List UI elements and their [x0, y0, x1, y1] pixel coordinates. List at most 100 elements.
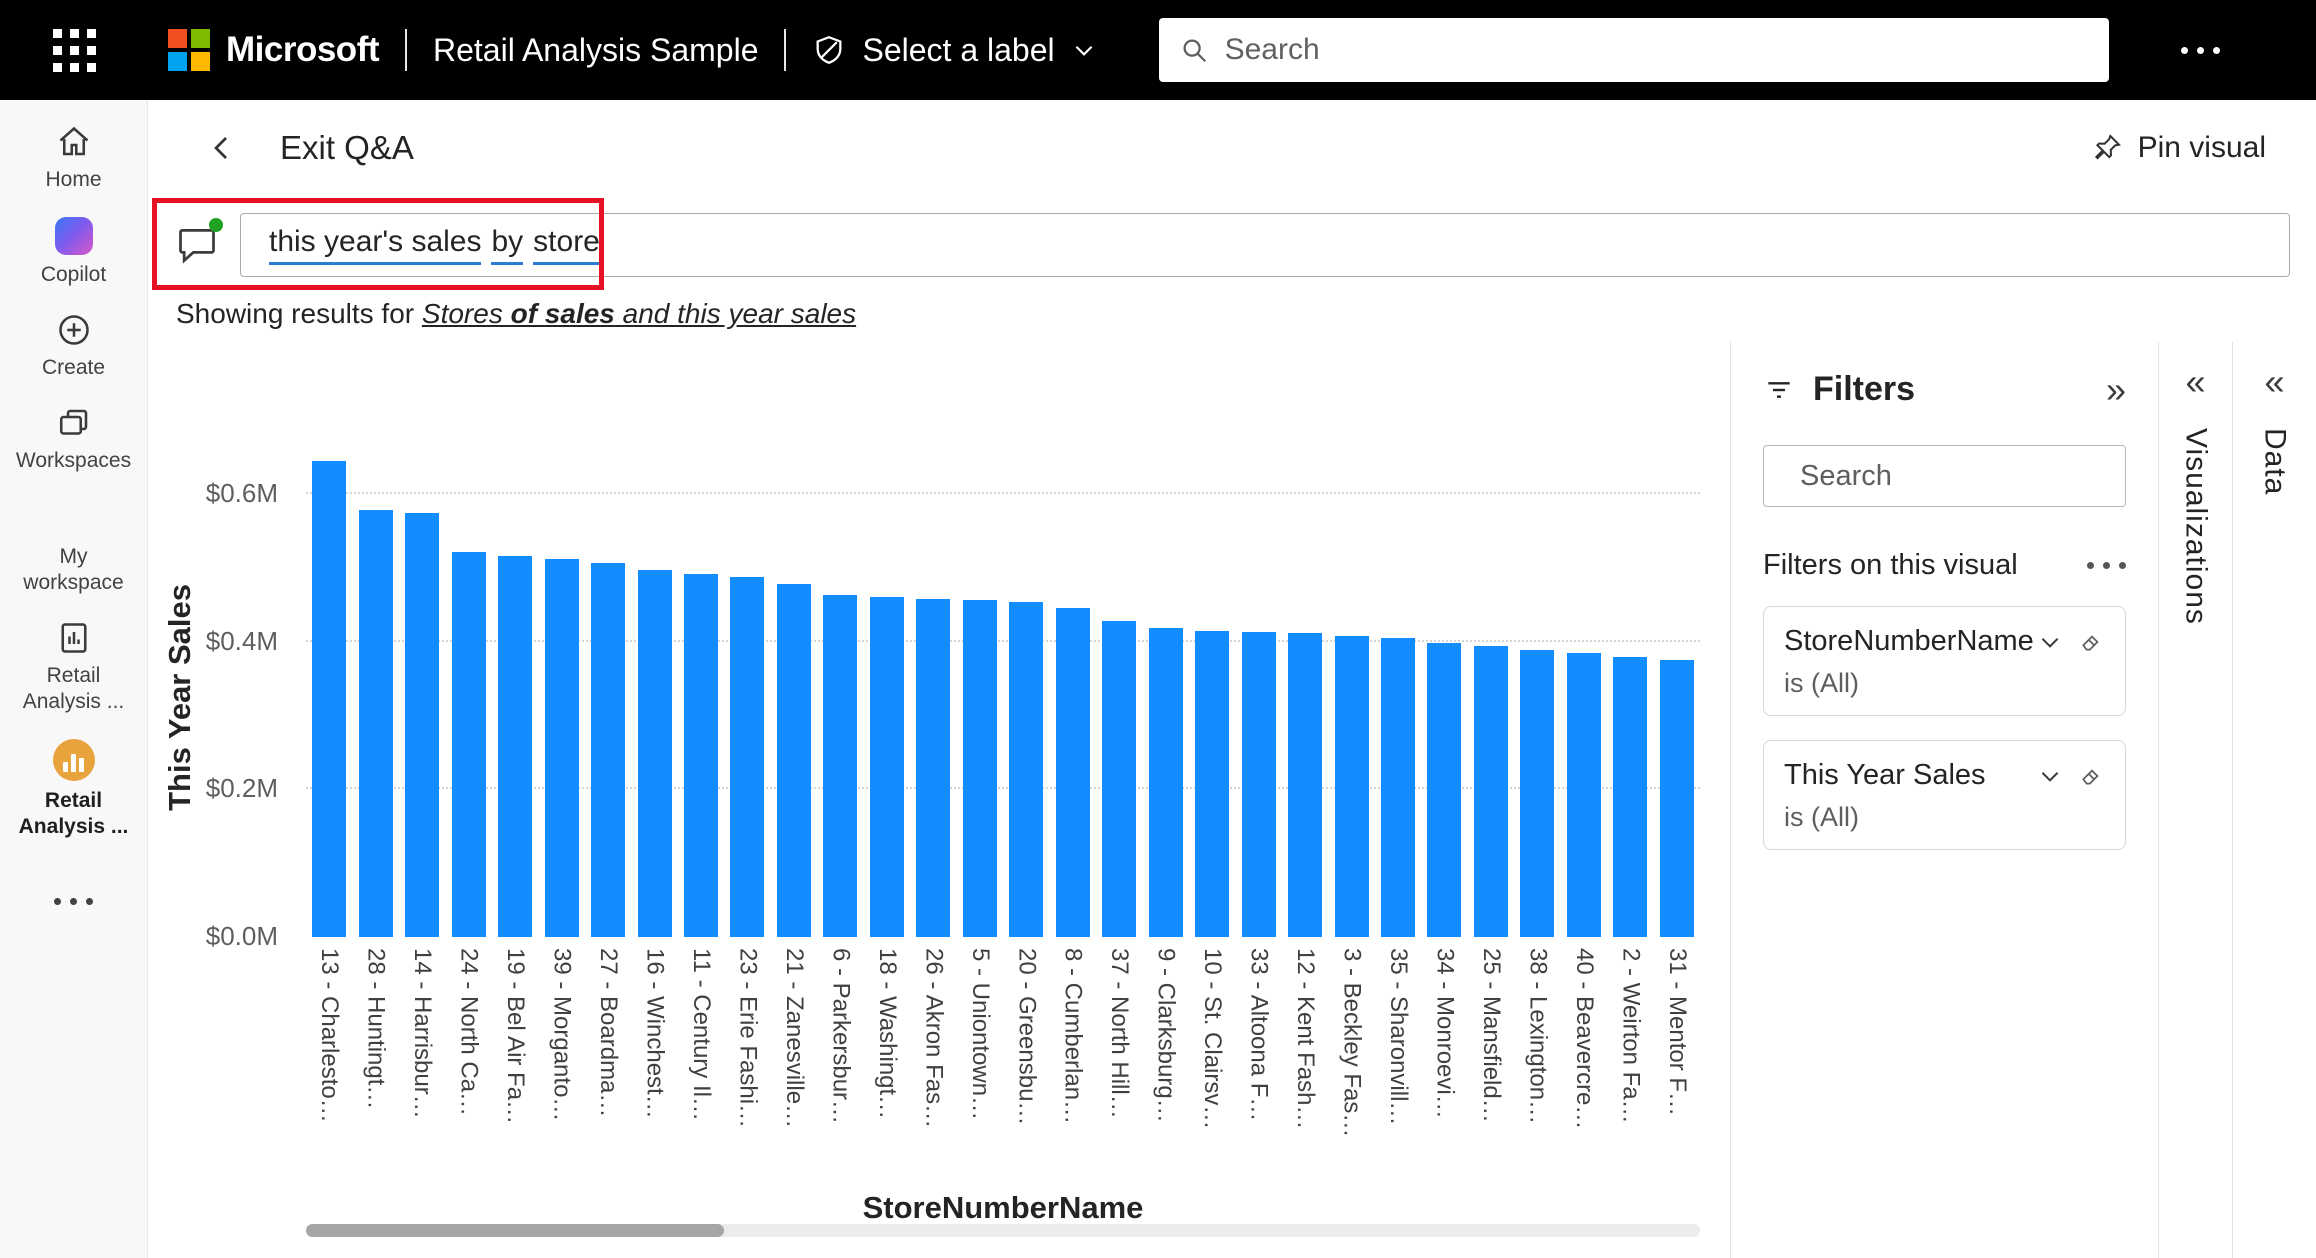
bar[interactable]	[870, 597, 904, 937]
bar[interactable]	[452, 552, 486, 937]
bar-slot	[1654, 457, 1700, 937]
bar[interactable]	[638, 570, 672, 937]
filter-card-storenumbername[interactable]: StoreNumberName is (All)	[1763, 606, 2126, 716]
qna-question-input[interactable]: this year's sales by store	[240, 213, 2290, 277]
x-axis-label: 23 - Erie Fashi…	[733, 948, 761, 1128]
restatement-part: Stores	[422, 298, 511, 329]
expand-data-icon[interactable]: «	[2264, 364, 2284, 400]
chevron-down-icon[interactable]	[2037, 763, 2063, 789]
filters-section-title: Filters on this visual	[1763, 549, 2018, 582]
x-axis-label: 21 - Zanesville…	[780, 948, 808, 1128]
bar[interactable]	[1056, 608, 1090, 937]
bar[interactable]	[545, 559, 579, 937]
sidebar-item-my-workspace[interactable]: My workspace	[0, 544, 147, 596]
copilot-icon	[55, 217, 93, 255]
result-restatement: Showing results for Stores of sales and …	[148, 294, 2316, 342]
sidebar-item-label: Create	[34, 355, 113, 381]
sidebar-item-retail-analysis-app[interactable]: Retail Analysis ...	[0, 739, 147, 840]
bar[interactable]	[1195, 631, 1229, 937]
report-icon	[56, 620, 92, 656]
microsoft-logo[interactable]: Microsoft	[168, 29, 379, 71]
bar[interactable]	[405, 513, 439, 937]
status-dot	[209, 218, 223, 232]
bar[interactable]	[312, 461, 346, 937]
sidebar-item-home[interactable]: Home	[0, 124, 147, 193]
page-title: Exit Q&A	[280, 129, 414, 167]
restatement-part: and this year sales	[615, 298, 856, 329]
visualizations-pane-label[interactable]: Visualizations	[2179, 428, 2213, 625]
filters-search-box[interactable]	[1763, 445, 2126, 507]
filter-card-this-year-sales[interactable]: This Year Sales is (All)	[1763, 740, 2126, 850]
bar[interactable]	[684, 574, 718, 937]
bar-slot	[724, 457, 770, 937]
expand-visualizations-icon[interactable]: «	[2185, 364, 2205, 400]
chevron-down-icon[interactable]	[2037, 629, 2063, 655]
x-axis-label: 11 - Century Il…	[687, 948, 715, 1121]
global-search-box[interactable]	[1159, 18, 2109, 82]
sensitivity-label-selector[interactable]: Select a label	[812, 32, 1096, 69]
bar-slot	[1050, 457, 1096, 937]
bar[interactable]	[1567, 653, 1601, 937]
sidebar-item-retail-analysis-report[interactable]: Retail Analysis ...	[0, 620, 147, 715]
main-content: Exit Q&A Pin visual this year's sales by…	[148, 100, 2316, 1258]
bar[interactable]	[1149, 628, 1183, 937]
bar-slot	[1607, 457, 1653, 937]
bar[interactable]	[916, 599, 950, 937]
x-label-slot: 28 - Huntingt…	[352, 948, 398, 1184]
sidebar-item-create[interactable]: Create	[0, 312, 147, 381]
filters-more-icon[interactable]	[2087, 562, 2126, 569]
pin-icon	[2091, 132, 2123, 164]
bar[interactable]	[359, 510, 393, 937]
divider	[784, 29, 786, 71]
sidebar-item-copilot[interactable]: Copilot	[0, 217, 147, 288]
bar[interactable]	[1474, 646, 1508, 937]
bar-slot	[306, 457, 352, 937]
x-label-slot: 11 - Century Il…	[678, 948, 724, 1184]
more-options-icon[interactable]	[2181, 47, 2220, 54]
bar[interactable]	[1381, 638, 1415, 937]
pin-visual-button[interactable]: Pin visual	[2091, 131, 2266, 165]
bar[interactable]	[591, 563, 625, 937]
restatement-part-bold: of sales	[511, 298, 615, 329]
x-label-slot: 37 - North Hill…	[1096, 948, 1142, 1184]
bar[interactable]	[1102, 621, 1136, 937]
bar[interactable]	[1335, 636, 1369, 937]
search-icon	[1179, 35, 1209, 65]
nav-more-icon[interactable]	[54, 898, 93, 905]
data-pane-label[interactable]: Data	[2258, 428, 2292, 495]
bar[interactable]	[498, 556, 532, 937]
shield-icon	[812, 33, 846, 67]
bar-slot	[585, 457, 631, 937]
back-button[interactable]	[206, 132, 238, 164]
sidebar-item-label: Home	[37, 167, 109, 193]
divider	[405, 29, 407, 71]
x-label-slot: 20 - Greensbu…	[1003, 948, 1049, 1184]
bar[interactable]	[1520, 650, 1554, 937]
scrollbar-thumb[interactable]	[306, 1224, 724, 1237]
eraser-icon[interactable]	[2079, 629, 2105, 655]
global-search-input[interactable]	[1225, 33, 2089, 67]
app-launcher-button[interactable]	[0, 29, 148, 72]
label-selector-text: Select a label	[862, 32, 1054, 69]
bar[interactable]	[777, 584, 811, 937]
sidebar-item-label: Workspaces	[8, 448, 139, 474]
bar[interactable]	[1660, 660, 1694, 937]
bar[interactable]	[1613, 657, 1647, 937]
sidebar-item-workspaces[interactable]: Workspaces	[0, 405, 147, 474]
bar[interactable]	[963, 600, 997, 937]
x-axis-label: 25 - Mansfield…	[1477, 948, 1505, 1123]
filters-search-input[interactable]	[1800, 460, 2177, 493]
bar-slot	[492, 457, 538, 937]
bar[interactable]	[730, 577, 764, 937]
chart-horizontal-scrollbar[interactable]	[306, 1224, 1700, 1237]
eraser-icon[interactable]	[2079, 763, 2105, 789]
restatement-phrase[interactable]: Stores of sales and this year sales	[422, 298, 856, 329]
collapse-filters-icon[interactable]: »	[2106, 372, 2126, 408]
bar[interactable]	[1242, 632, 1276, 937]
x-label-slot: 27 - Boardma…	[585, 948, 631, 1184]
bar-slot	[1514, 457, 1560, 937]
bar[interactable]	[1009, 602, 1043, 937]
bar[interactable]	[1288, 633, 1322, 937]
bar[interactable]	[1427, 643, 1461, 937]
bar[interactable]	[823, 595, 857, 937]
